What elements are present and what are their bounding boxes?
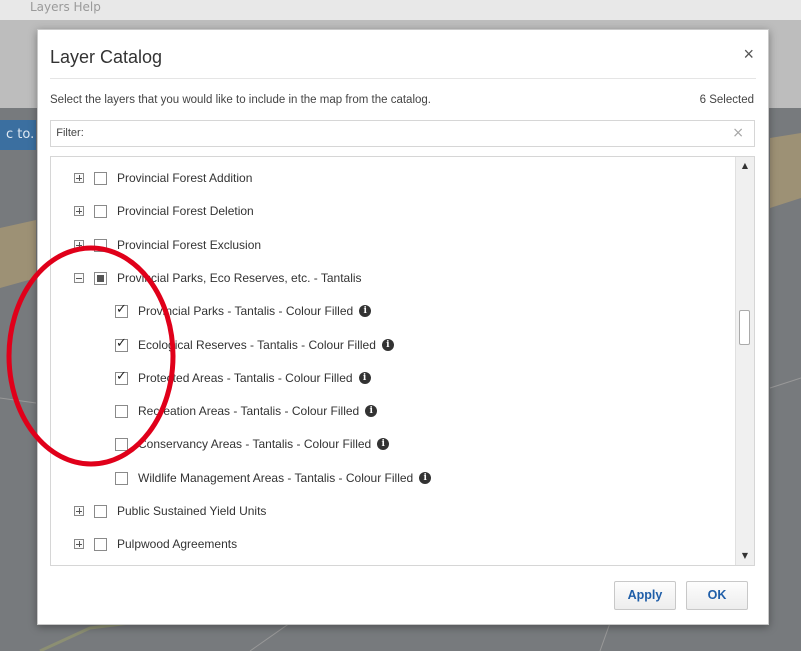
info-icon[interactable]: i — [359, 305, 372, 317]
expand-icon[interactable] — [74, 240, 84, 250]
layer-checkbox[interactable] — [115, 336, 128, 352]
filter-input[interactable] — [89, 121, 721, 146]
dialog-description: Select the layers that you would like to… — [50, 94, 431, 106]
scroll-up-icon[interactable]: ▲ — [736, 159, 754, 173]
scroll-thumb[interactable] — [739, 310, 750, 345]
layer-tree: Provincial Forest Addition Provincial For… — [50, 156, 755, 566]
layer-row[interactable]: Pulpwood Agreements — [74, 534, 237, 554]
layer-label: Ecological Reserves - Tantalis - Colour … — [138, 338, 376, 352]
expand-icon[interactable] — [74, 206, 84, 216]
layer-catalog-dialog: Layer Catalog × Select the layers that y… — [37, 29, 769, 625]
info-icon[interactable]: i — [381, 339, 394, 351]
layer-checkbox[interactable] — [115, 471, 128, 485]
layer-label: Conservancy Areas - Tantalis - Colour Fi… — [138, 437, 372, 451]
clear-filter-icon[interactable]: × — [732, 125, 744, 141]
collapse-icon[interactable] — [74, 273, 84, 283]
layer-checkbox[interactable] — [94, 171, 107, 185]
layer-label: Provincial Parks - Tantalis - Colour Fil… — [138, 304, 354, 318]
app-menu-bar: Layers Help — [0, 0, 801, 20]
ok-button[interactable]: OK — [686, 581, 748, 610]
layer-row[interactable]: Provincial Parks - Tantalis - Colour Fil… — [115, 301, 372, 321]
layer-checkbox[interactable] — [94, 204, 107, 218]
layer-label: Pulpwood Agreements — [117, 537, 238, 551]
layer-label: Recreation Areas - Tantalis - Colour Fil… — [138, 404, 360, 418]
layer-row[interactable]: Provincial Forest Exclusion — [74, 235, 261, 255]
info-icon[interactable]: i — [419, 472, 432, 484]
layer-row[interactable]: Wildlife Management Areas - Tantalis - C… — [115, 468, 432, 488]
layer-checkbox[interactable] — [115, 302, 128, 318]
close-icon[interactable]: × — [743, 44, 754, 65]
selected-count: 6 Selected — [699, 94, 754, 106]
layer-checkbox[interactable] — [115, 369, 128, 385]
layer-row[interactable]: Provincial Forest Addition — [74, 168, 252, 188]
layer-row[interactable]: Conservancy Areas - Tantalis - Colour Fi… — [115, 434, 390, 454]
layer-row[interactable]: Recreation Areas - Tantalis - Colour Fil… — [115, 401, 378, 421]
layer-label: Public Sustained Yield Units — [117, 504, 267, 518]
filter-row: Filter: × — [50, 120, 755, 147]
layer-checkbox[interactable] — [94, 271, 107, 285]
expand-icon[interactable] — [74, 539, 84, 549]
layer-label: Provincial Forest Exclusion — [117, 238, 262, 252]
layer-row[interactable]: Protected Areas - Tantalis - Colour Fill… — [115, 368, 371, 388]
layer-label: Provincial Parks, Eco Reserves, etc. - T… — [117, 271, 362, 285]
layer-label: Wildlife Management Areas - Tantalis - C… — [138, 471, 414, 485]
layer-checkbox[interactable] — [94, 238, 107, 252]
apply-button[interactable]: Apply — [614, 581, 676, 610]
info-icon[interactable]: i — [358, 372, 371, 384]
layer-row[interactable]: Provincial Parks, Eco Reserves, etc. - T… — [74, 268, 362, 288]
dialog-divider — [50, 78, 756, 79]
scroll-down-icon[interactable]: ▼ — [736, 549, 754, 563]
layer-label: Provincial Forest Addition — [117, 171, 253, 185]
expand-icon[interactable] — [74, 173, 84, 183]
layer-label: Protected Areas - Tantalis - Colour Fill… — [138, 371, 353, 385]
filter-label: Filter: — [51, 121, 90, 146]
dialog-title: Layer Catalog — [50, 47, 163, 67]
layer-checkbox[interactable] — [115, 404, 128, 418]
layer-label: Provincial Forest Deletion — [117, 204, 254, 218]
expand-icon[interactable] — [74, 506, 84, 516]
layer-checkbox[interactable] — [94, 537, 107, 551]
layer-checkbox[interactable] — [94, 504, 107, 518]
layer-tree-scrollbar[interactable]: ▲ ▼ — [735, 157, 754, 565]
info-icon[interactable]: i — [365, 405, 378, 417]
layer-row[interactable]: Ecological Reserves - Tantalis - Colour … — [115, 335, 394, 355]
layer-row[interactable]: Provincial Forest Deletion — [74, 201, 254, 221]
app-menu: Layers Help — [30, 0, 101, 14]
info-icon[interactable]: i — [377, 438, 390, 450]
layer-checkbox[interactable] — [115, 437, 128, 451]
layer-row[interactable]: Public Sustained Yield Units — [74, 501, 266, 521]
